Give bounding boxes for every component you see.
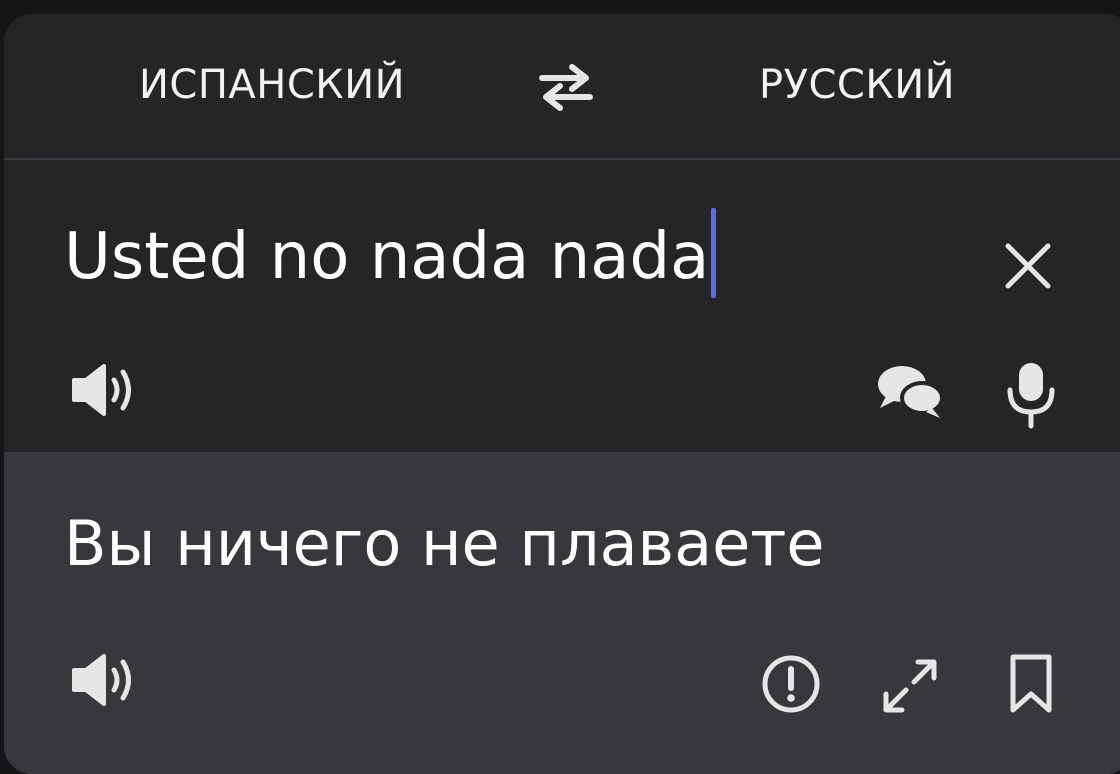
source-text-value: Usted no nada nada [64, 220, 710, 294]
speaker-icon [72, 364, 131, 416]
fullscreen-button[interactable] [880, 656, 940, 716]
microphone-button[interactable] [1004, 360, 1058, 430]
source-language-button[interactable]: ИСПАНСКИЙ [139, 60, 405, 110]
source-speak-button[interactable] [70, 362, 140, 418]
close-icon [1005, 243, 1051, 289]
microphone-icon [1007, 363, 1055, 429]
text-cursor [711, 208, 717, 298]
source-text-field[interactable]: Usted no nada nada [64, 208, 717, 298]
bookmark-button[interactable] [1008, 652, 1054, 716]
bookmark-icon [1010, 654, 1052, 713]
swap-languages-button[interactable] [534, 62, 598, 112]
translation-output-panel: Вы ничего не плаваете [4, 452, 1120, 774]
expand-icon [883, 659, 937, 713]
swap-arrows-icon [539, 64, 593, 111]
target-language-button[interactable]: РУССКИЙ [759, 60, 955, 110]
language-bar: ИСПАНСКИЙ РУССКИЙ [4, 14, 1120, 159]
translator-card: ИСПАНСКИЙ РУССКИЙ Usted no nada nada Вы … [4, 14, 1120, 774]
translation-text[interactable]: Вы ничего не плаваете [64, 504, 825, 584]
report-error-button[interactable] [759, 652, 823, 716]
chat-bubbles-icon [878, 366, 944, 418]
dialog-mode-button[interactable] [876, 362, 946, 422]
clear-button[interactable] [1002, 240, 1054, 292]
exclamation-circle-icon [762, 655, 820, 713]
speaker-icon [72, 654, 131, 706]
target-speak-button[interactable] [70, 652, 140, 708]
source-input-panel[interactable]: Usted no nada nada [4, 160, 1120, 452]
